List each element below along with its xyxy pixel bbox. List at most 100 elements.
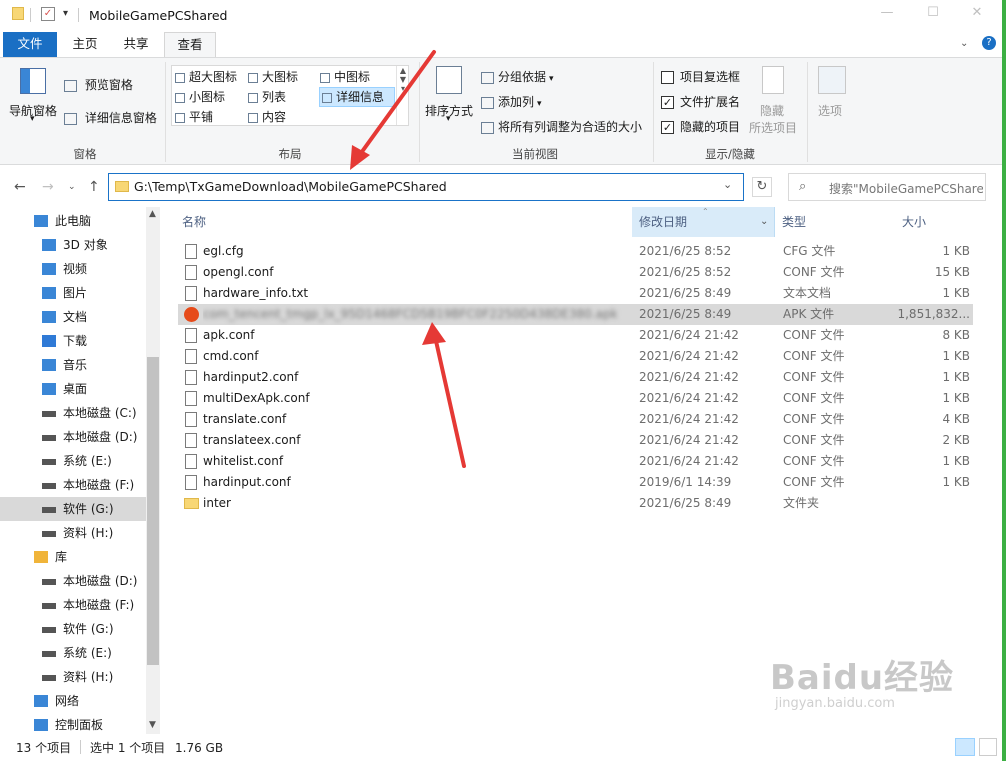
file-name: opengl.conf [203, 265, 274, 279]
table-row[interactable]: inter 2021/6/25 8:49 文件夹 [178, 493, 973, 514]
search-input[interactable]: ⌕ 搜索"MobileGamePCShared" [788, 173, 986, 201]
layout-m-icons[interactable]: 中图标 [320, 68, 396, 86]
layout-details[interactable]: 详细信息 [319, 87, 395, 107]
nav-item[interactable]: 软件 (G:) [0, 497, 146, 521]
file-extensions-checkbox[interactable]: ✓ [661, 96, 674, 109]
layout-scroll[interactable]: ▲ ▼ ▾ [396, 66, 409, 125]
nav-item[interactable]: 系统 (E:) [0, 641, 146, 665]
hidden-items-checkbox[interactable]: ✓ [661, 121, 674, 134]
details-view-icon[interactable] [955, 738, 975, 756]
table-row[interactable]: translate.conf 2021/6/24 21:42 CONF 文件 4 KB [178, 409, 973, 430]
forward-icon[interactable]: → [42, 179, 54, 195]
refresh-icon[interactable]: ↻ [752, 177, 772, 197]
up-icon[interactable]: ↑ [88, 179, 100, 195]
nav-item[interactable]: 此电脑 [0, 209, 146, 233]
tab-file[interactable]: 文件 [3, 32, 57, 57]
hide-selected-button[interactable]: 隐藏 所选项目 [748, 64, 800, 135]
file-date: 2021/6/24 21:42 [639, 328, 739, 342]
tab-share[interactable]: 共享 [113, 32, 159, 57]
layout-list[interactable]: 列表 [248, 88, 318, 106]
minimize-button[interactable]: — [880, 6, 894, 20]
nav-item[interactable]: 资料 (H:) [0, 521, 146, 545]
table-row[interactable]: apk.conf 2021/6/24 21:42 CONF 文件 8 KB [178, 325, 973, 346]
layout-tiles[interactable]: 平铺 [175, 108, 247, 126]
address-field[interactable]: G:\Temp\TxGameDownload\MobileGamePCShare… [108, 173, 744, 201]
nav-item[interactable]: 文档 [0, 305, 146, 329]
add-columns-button[interactable]: 添加列 ▾ [481, 93, 542, 110]
divider [165, 62, 166, 162]
item-checkboxes-toggle[interactable]: 项目复选框 [661, 68, 740, 85]
table-row[interactable]: cmd.conf 2021/6/24 21:42 CONF 文件 1 KB [178, 346, 973, 367]
sort-by-button[interactable]: 排序方式 ▾ [424, 64, 476, 128]
tab-view[interactable]: 查看 [164, 32, 216, 58]
nav-scroll-thumb[interactable] [147, 357, 159, 665]
back-icon[interactable]: ← [14, 179, 26, 195]
nav-item[interactable]: 本地磁盘 (F:) [0, 593, 146, 617]
network-icon [34, 695, 48, 707]
column-header-name[interactable]: 名称 [182, 207, 632, 237]
layout-s-icons[interactable]: 小图标 [175, 88, 247, 106]
nav-item[interactable]: 3D 对象 [0, 233, 146, 257]
address-path[interactable]: G:\Temp\TxGameDownload\MobileGamePCShare… [134, 179, 447, 194]
table-row[interactable]: translateex.conf 2021/6/24 21:42 CONF 文件 2 … [178, 430, 973, 451]
column-header-date[interactable]: 修改日期 ⌃ ⌄ [632, 207, 775, 237]
nav-item[interactable]: 软件 (G:) [0, 617, 146, 641]
hidden-items-toggle[interactable]: ✓ 隐藏的项目 [661, 118, 740, 135]
preview-pane-button[interactable]: 预览窗格 [64, 76, 133, 93]
table-row[interactable]: multiDexApk.conf 2021/6/24 21:42 CONF 文件 1 … [178, 388, 973, 409]
item-checkboxes-checkbox[interactable] [661, 71, 674, 84]
large-icons-view-icon[interactable] [979, 738, 997, 756]
details-pane-button[interactable]: 详细信息窗格 [64, 109, 157, 126]
layout-group-label: 布局 [278, 147, 302, 161]
column-filter-icon[interactable]: ⌄ [760, 207, 768, 237]
nav-item-label: 库 [55, 550, 68, 564]
folder-icon [115, 181, 129, 192]
maximize-button[interactable]: ☐ [926, 6, 940, 20]
nav-item[interactable]: 本地磁盘 (D:) [0, 569, 146, 593]
table-row[interactable]: com_tencent_tmgp_lx_95D1468FCD5B19BFC0F2… [178, 304, 973, 325]
nav-item[interactable]: 库 [0, 545, 146, 569]
layout-l-icons[interactable]: 大图标 [248, 68, 318, 86]
scroll-down-icon[interactable]: ▼ [149, 720, 156, 730]
nav-item[interactable]: 资料 (H:) [0, 665, 146, 689]
layout-content[interactable]: 内容 [248, 108, 318, 126]
nav-item[interactable]: 下载 [0, 329, 146, 353]
nav-item[interactable]: 图片 [0, 281, 146, 305]
nav-item[interactable]: 视频 [0, 257, 146, 281]
help-icon[interactable]: ? [982, 36, 996, 50]
table-row[interactable]: whitelist.conf 2021/6/24 21:42 CONF 文件 1 KB [178, 451, 973, 472]
tab-home[interactable]: 主页 [63, 32, 107, 57]
nav-pane-button[interactable]: 导航窗格 ▾ [8, 64, 58, 124]
nav-item[interactable]: 本地磁盘 (C:) [0, 401, 146, 425]
scroll-up-icon[interactable]: ▲ [149, 209, 156, 219]
table-row[interactable]: hardinput.conf 2019/6/1 14:39 CONF 文件 1 KB [178, 472, 973, 493]
collapse-ribbon-icon[interactable]: ⌄ [960, 38, 968, 49]
layout-xl-icons[interactable]: 超大图标 [175, 68, 247, 86]
nav-item[interactable]: 音乐 [0, 353, 146, 377]
options-button[interactable]: 选项 [812, 64, 852, 134]
column-header-size[interactable]: 大小 [902, 207, 972, 237]
table-row[interactable]: egl.cfg 2021/6/25 8:52 CFG 文件 1 KB [178, 241, 973, 262]
close-button[interactable]: ✕ [970, 6, 984, 20]
nav-item[interactable]: 本地磁盘 (F:) [0, 473, 146, 497]
column-header-type[interactable]: 类型 [782, 207, 902, 237]
table-row[interactable]: hardware_info.txt 2021/6/25 8:49 文本文档 1 KB [178, 283, 973, 304]
file-extensions-toggle[interactable]: ✓ 文件扩展名 [661, 93, 740, 110]
nav-item[interactable]: 桌面 [0, 377, 146, 401]
quick-access-dropdown-icon[interactable]: ▾ [63, 8, 68, 19]
recent-locations-icon[interactable]: ⌄ [68, 182, 76, 192]
properties-icon[interactable]: ✓ [41, 7, 55, 21]
nav-item[interactable]: 本地磁盘 (D:) [0, 425, 146, 449]
apk-file-icon [184, 307, 199, 322]
group-by-button[interactable]: 分组依据 ▾ [481, 68, 554, 85]
file-icon [185, 475, 197, 490]
nav-scrollbar[interactable]: ▲ ▼ [146, 207, 160, 734]
fit-columns-button[interactable]: 将所有列调整为合适的大小 [481, 118, 642, 135]
nav-item[interactable]: 系统 (E:) [0, 449, 146, 473]
file-date: 2021/6/25 8:49 [639, 496, 732, 510]
table-row[interactable]: hardinput2.conf 2021/6/24 21:42 CONF 文件 1 K… [178, 367, 973, 388]
nav-item[interactable]: 网络 [0, 689, 146, 713]
table-row[interactable]: opengl.conf 2021/6/25 8:52 CONF 文件 15 KB [178, 262, 973, 283]
nav-item-label: 资料 (H:) [63, 670, 114, 684]
address-dropdown-icon[interactable]: ⌄ [723, 178, 732, 191]
